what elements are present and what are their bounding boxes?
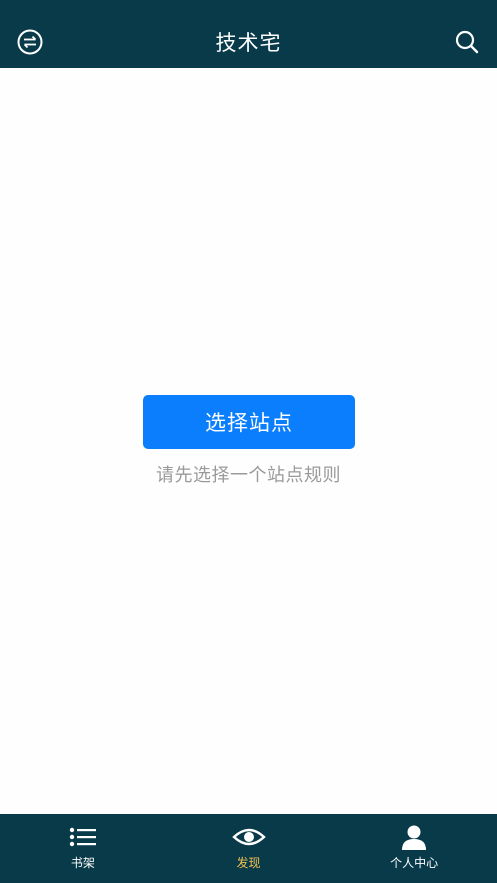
eye-icon [231, 824, 266, 850]
app-root: 技术宅 选择站点 请先选择一个站点规则 书架 发现 个人中心 [0, 0, 497, 883]
tab-label: 发现 [236, 856, 261, 870]
tab-bookshelf[interactable]: 书架 [0, 814, 166, 883]
page-title: 技术宅 [215, 31, 282, 55]
empty-hint-text: 请先选择一个站点规则 [156, 465, 341, 486]
search-icon[interactable] [453, 28, 481, 56]
tab-discover[interactable]: 发现 [166, 814, 332, 883]
bottom-tab-bar: 书架 发现 个人中心 [0, 814, 497, 883]
top-app-bar: 技术宅 [0, 0, 497, 68]
discover-content: 选择站点 请先选择一个站点规则 [0, 68, 497, 814]
tab-label: 个人中心 [390, 856, 439, 870]
user-icon [401, 824, 427, 850]
select-site-button[interactable]: 选择站点 [143, 395, 355, 449]
list-icon [69, 824, 97, 850]
swap-circle-icon[interactable] [16, 28, 44, 56]
tab-label: 书架 [70, 856, 95, 870]
tab-profile[interactable]: 个人中心 [331, 814, 497, 883]
